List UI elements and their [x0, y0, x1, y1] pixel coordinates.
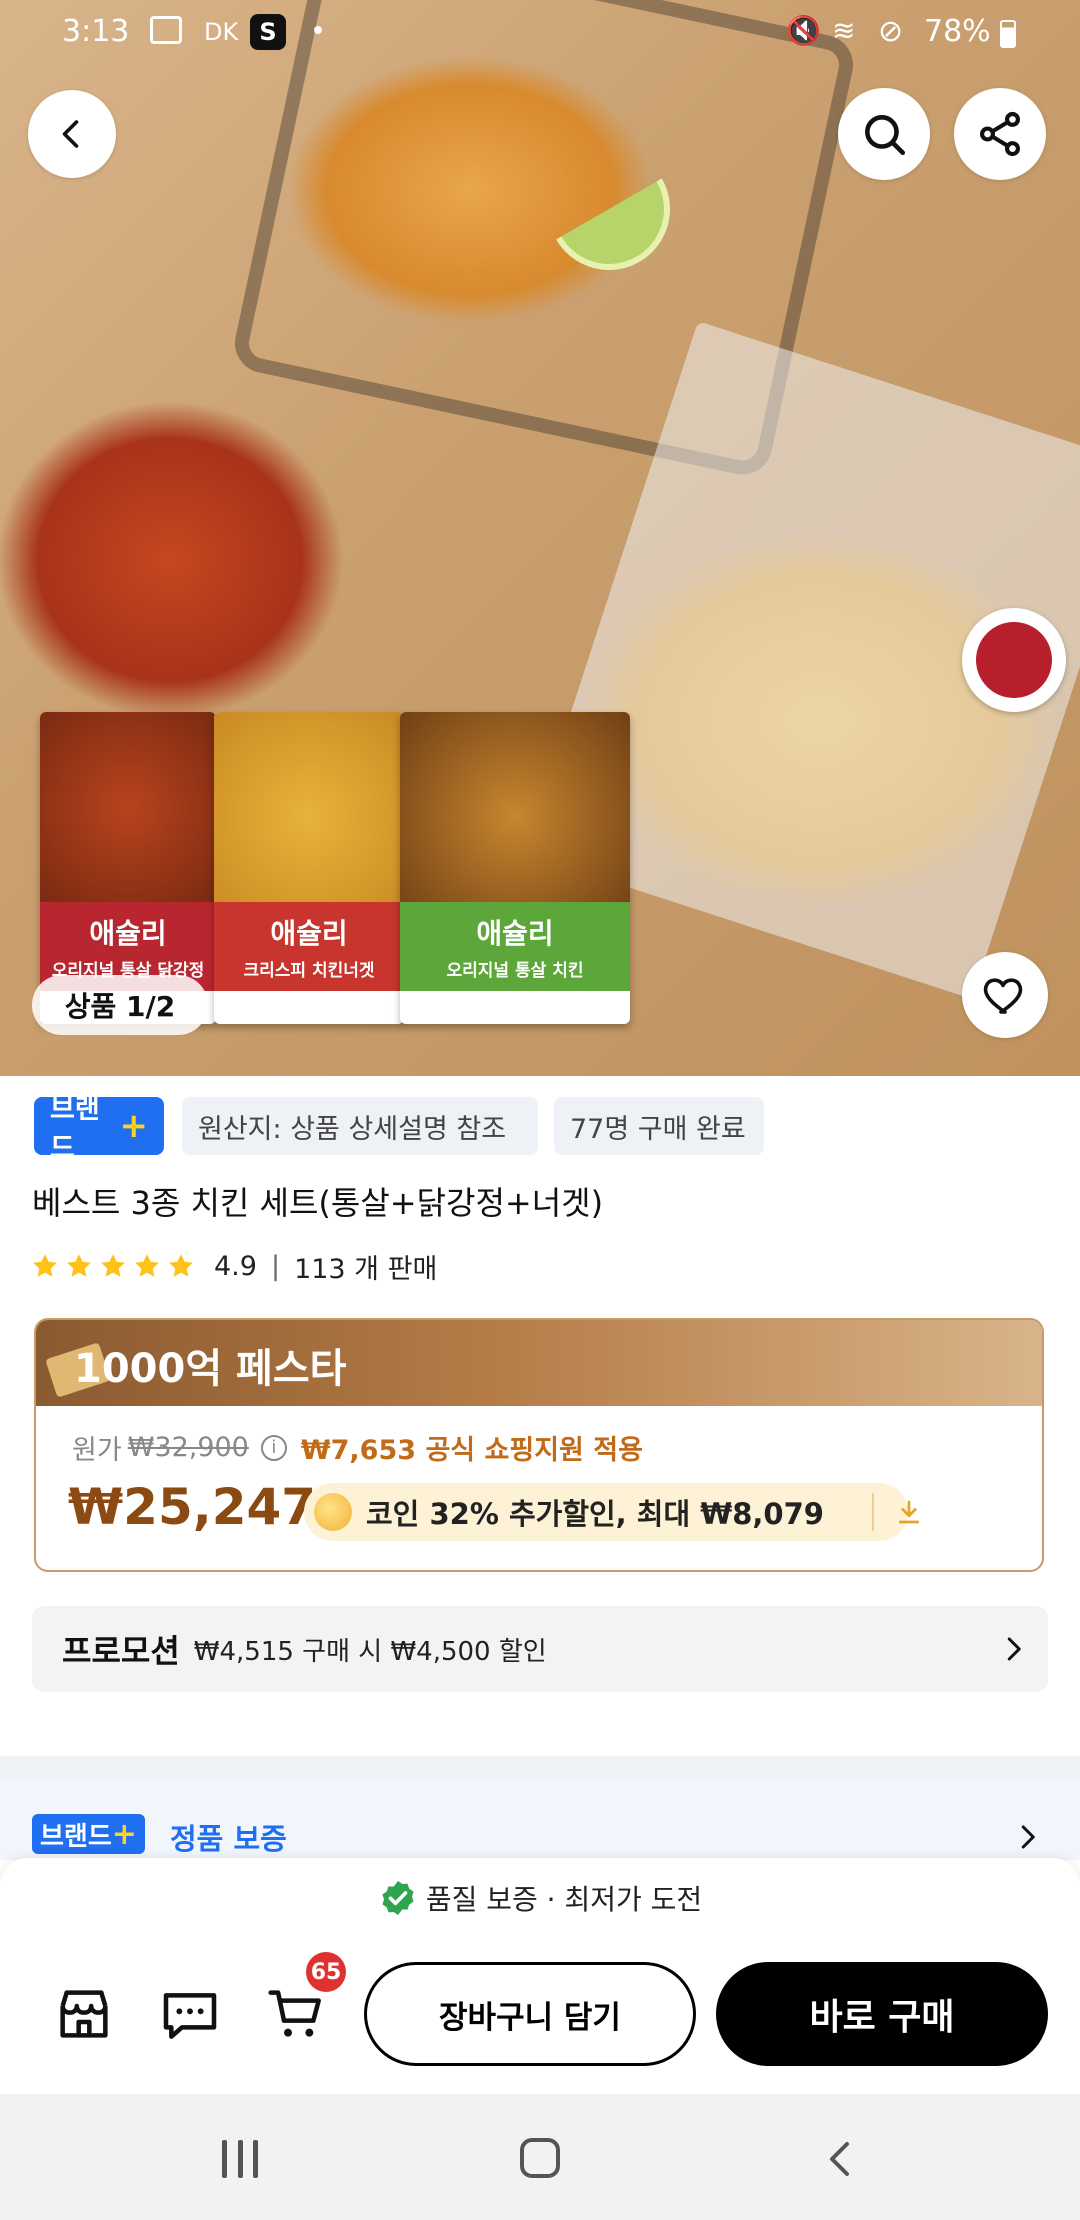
original-price: ₩32,900 [127, 1432, 249, 1463]
chevron-right-icon [1021, 1825, 1035, 1849]
battery-icon [1000, 20, 1016, 48]
guarantee-row: 품질 보증 · 최저가 도전 [0, 1878, 1080, 1918]
buy-now-button[interactable]: 바로 구매 [716, 1962, 1048, 2066]
mute-icon: 🔇 [786, 14, 821, 47]
status-bar: 3:13 DK S 🔇 ≋ ⊘ 78% [0, 0, 1080, 64]
share-icon [980, 111, 1020, 157]
genuine-guarantee-text: 정품 보증 [170, 1822, 287, 1856]
rating-divider: | [270, 1250, 281, 1282]
star-icon [67, 1254, 91, 1277]
rating-row[interactable]: 4.9 | 113 개 판매 [30, 1244, 437, 1288]
brand-plus-badge[interactable]: 브랜드 + [34, 1094, 164, 1164]
cart-icon [268, 1990, 321, 2037]
store-icon[interactable] [52, 1982, 116, 2046]
download-icon[interactable] [894, 1497, 924, 1527]
gallery-icon [150, 16, 182, 44]
promotion-row[interactable]: 프로모션 ₩4,515 구매 시 ₩4,500 할인 [32, 1606, 1048, 1692]
coin-icon [314, 1493, 352, 1531]
brand-badge-label: 브랜드 [40, 1821, 112, 1852]
chevron-left-icon [62, 120, 79, 148]
product-pack-nugget: 애슐리 크리스피 치킨너겟 [214, 712, 404, 1024]
sold-count: 113 개 판매 [294, 1253, 438, 1285]
carrier-text: DK [204, 18, 239, 46]
brand-plus-mark: + [111, 1816, 137, 1852]
share-button[interactable] [954, 88, 1046, 180]
cart-button[interactable]: 65 [264, 1952, 346, 2052]
search-icon [865, 115, 906, 156]
original-price-row: 원가 ₩32,900 i ₩7,653 공식 쇼핑지원 적용 [72, 1428, 643, 1467]
brand-badge-label: 브랜드 [50, 1094, 100, 1164]
add-to-cart-button[interactable]: 장바구니 담기 [364, 1962, 696, 2066]
festa-title: 1000억 페스타 [74, 1346, 347, 1392]
product-pack-chicken: 애슐리 오리지널 통살 치킨 [400, 712, 630, 1024]
status-time: 3:13 [62, 14, 130, 49]
search-button[interactable] [838, 88, 930, 180]
brand-plus-mark: + [119, 1106, 149, 1146]
guarantee-text: 품질 보증 · 최저가 도전 [425, 1883, 703, 1916]
buyers-count-chip: 77명 구매 완료 [554, 1097, 764, 1155]
sauce-bowl-illustration [962, 608, 1066, 712]
section-divider [0, 1756, 1080, 1780]
system-navigation-bar [0, 2094, 1080, 2220]
back-nav-icon[interactable] [822, 2138, 862, 2180]
festa-price-card: 1000억 페스타 원가 ₩32,900 i ₩7,653 공식 쇼핑지원 적용… [34, 1318, 1044, 1572]
pack-label: 애슐리 크리스피 치킨너겟 [214, 902, 404, 991]
promotion-label: 프로모션 [62, 1632, 180, 1670]
dot-icon [314, 26, 322, 34]
battery-level: 78% [924, 14, 991, 49]
wifi-icon: ≋ [832, 14, 856, 47]
original-price-label: 원가 [72, 1435, 122, 1466]
info-icon[interactable]: i [260, 1434, 287, 1461]
shopping-support-text: ₩7,653 공식 쇼핑지원 적용 [300, 1435, 643, 1466]
star-icon [33, 1254, 57, 1277]
star-icon [135, 1254, 159, 1277]
star-icon [101, 1254, 125, 1277]
app-badge-icon: S [250, 14, 286, 50]
coin-discount-box[interactable]: 코인 32% 추가할인, 최대 ₩8,079 [304, 1483, 920, 1541]
wishlist-button[interactable] [962, 952, 1048, 1038]
image-counter: 상품 1/2 [32, 975, 208, 1035]
back-button[interactable] [28, 90, 116, 178]
coin-divider [872, 1493, 874, 1531]
cart-count-badge: 65 [306, 1952, 346, 1992]
origin-chip: 원산지: 상품 상세설명 참조 [182, 1097, 538, 1155]
rating-value: 4.9 [214, 1250, 257, 1282]
brand-plus-badge-small: 브랜드 + [32, 1814, 145, 1854]
chat-icon[interactable] [158, 1982, 222, 2046]
chevron-right-icon [1007, 1637, 1021, 1661]
final-price: ₩25,247 [68, 1478, 317, 1536]
brand-guarantee-row[interactable]: 브랜드 + 정품 보증 [0, 1780, 1080, 1860]
coin-discount-text: 코인 32% 추가할인, 최대 ₩8,079 [366, 1497, 824, 1531]
recent-apps-icon[interactable] [222, 2140, 258, 2178]
heart-icon [983, 978, 1023, 1014]
star-icon [169, 1254, 193, 1277]
no-sign-icon: ⊘ [878, 14, 904, 49]
product-title: 베스트 3종 치킨 세트(통살+닭강정+너겟) [32, 1184, 604, 1222]
festa-header: 1000억 페스타 [36, 1320, 1042, 1406]
home-icon[interactable] [520, 2138, 560, 2178]
pack-label: 애슐리 오리지널 통살 치킨 [400, 902, 630, 991]
check-badge-icon [382, 1881, 414, 1915]
promotion-text: ₩4,515 구매 시 ₩4,500 할인 [193, 1636, 547, 1667]
